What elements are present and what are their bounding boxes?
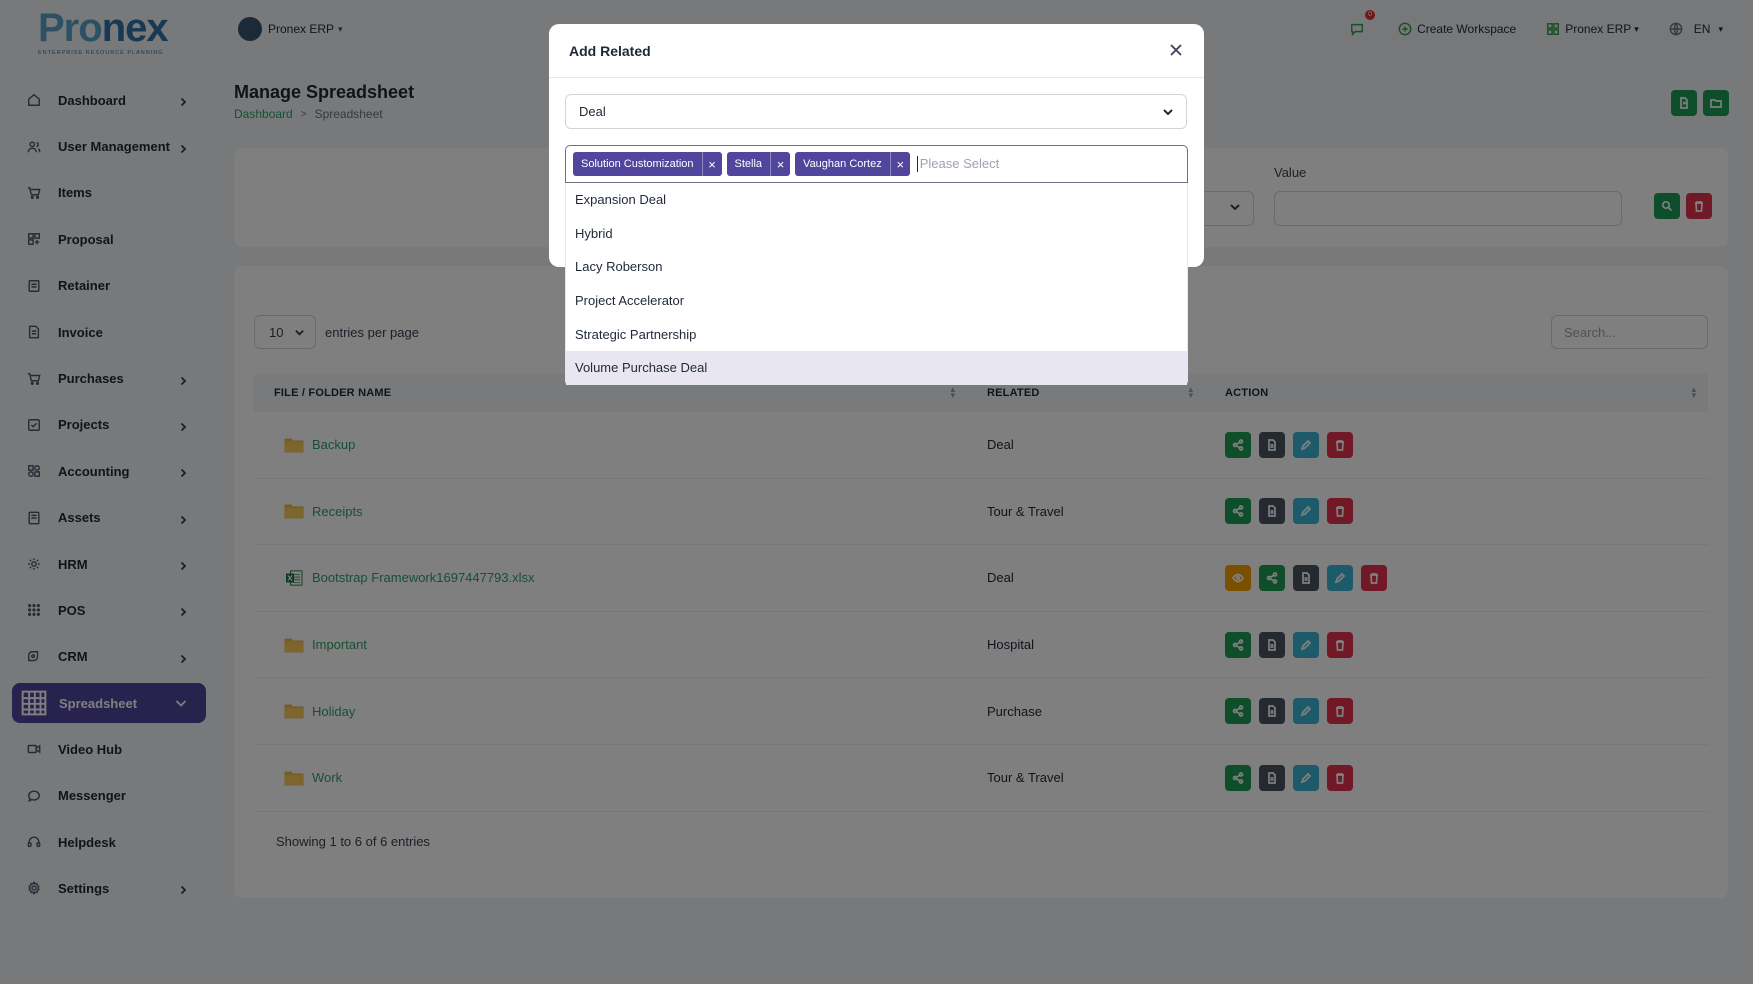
dropdown-option[interactable]: Hybrid bbox=[566, 217, 1187, 251]
close-button[interactable] bbox=[1168, 42, 1186, 60]
tag-remove-icon[interactable]: × bbox=[889, 152, 910, 176]
tag-remove-icon[interactable]: × bbox=[770, 152, 790, 176]
related-items-multiselect[interactable]: Solution Customization × Stella × Vaughan Co… bbox=[565, 145, 1188, 183]
dropdown-option[interactable]: Lacy Roberson bbox=[566, 250, 1187, 284]
modal-header: Add Related bbox=[549, 24, 1204, 78]
selected-tag: Vaughan Cortez × bbox=[795, 152, 910, 176]
selected-tag-label: Stella bbox=[734, 158, 763, 170]
dropdown-option[interactable]: Project Accelerator bbox=[566, 284, 1187, 318]
chevron-down-icon bbox=[1163, 109, 1173, 116]
selected-tag: Stella × bbox=[726, 152, 791, 176]
related-items-dropdown: Expansion Deal Hybrid Lacy Roberson Project… bbox=[565, 183, 1188, 385]
modal-title: Add Related bbox=[569, 42, 651, 59]
dropdown-option[interactable]: Expansion Deal bbox=[566, 183, 1187, 217]
selected-tag: Solution Customization × bbox=[573, 152, 722, 176]
related-type-select[interactable]: Deal bbox=[565, 94, 1187, 129]
multiselect-search-input[interactable]: Please Select bbox=[916, 156, 999, 172]
related-type-value: Deal bbox=[579, 104, 606, 119]
selected-tag-label: Solution Customization bbox=[581, 158, 694, 170]
tag-remove-icon[interactable]: × bbox=[701, 152, 722, 176]
close-icon bbox=[1170, 44, 1182, 56]
selected-tag-label: Vaughan Cortez bbox=[803, 158, 882, 170]
dropdown-option[interactable]: Volume Purchase Deal bbox=[566, 350, 1187, 385]
dropdown-option[interactable]: Strategic Partnership bbox=[566, 317, 1187, 351]
